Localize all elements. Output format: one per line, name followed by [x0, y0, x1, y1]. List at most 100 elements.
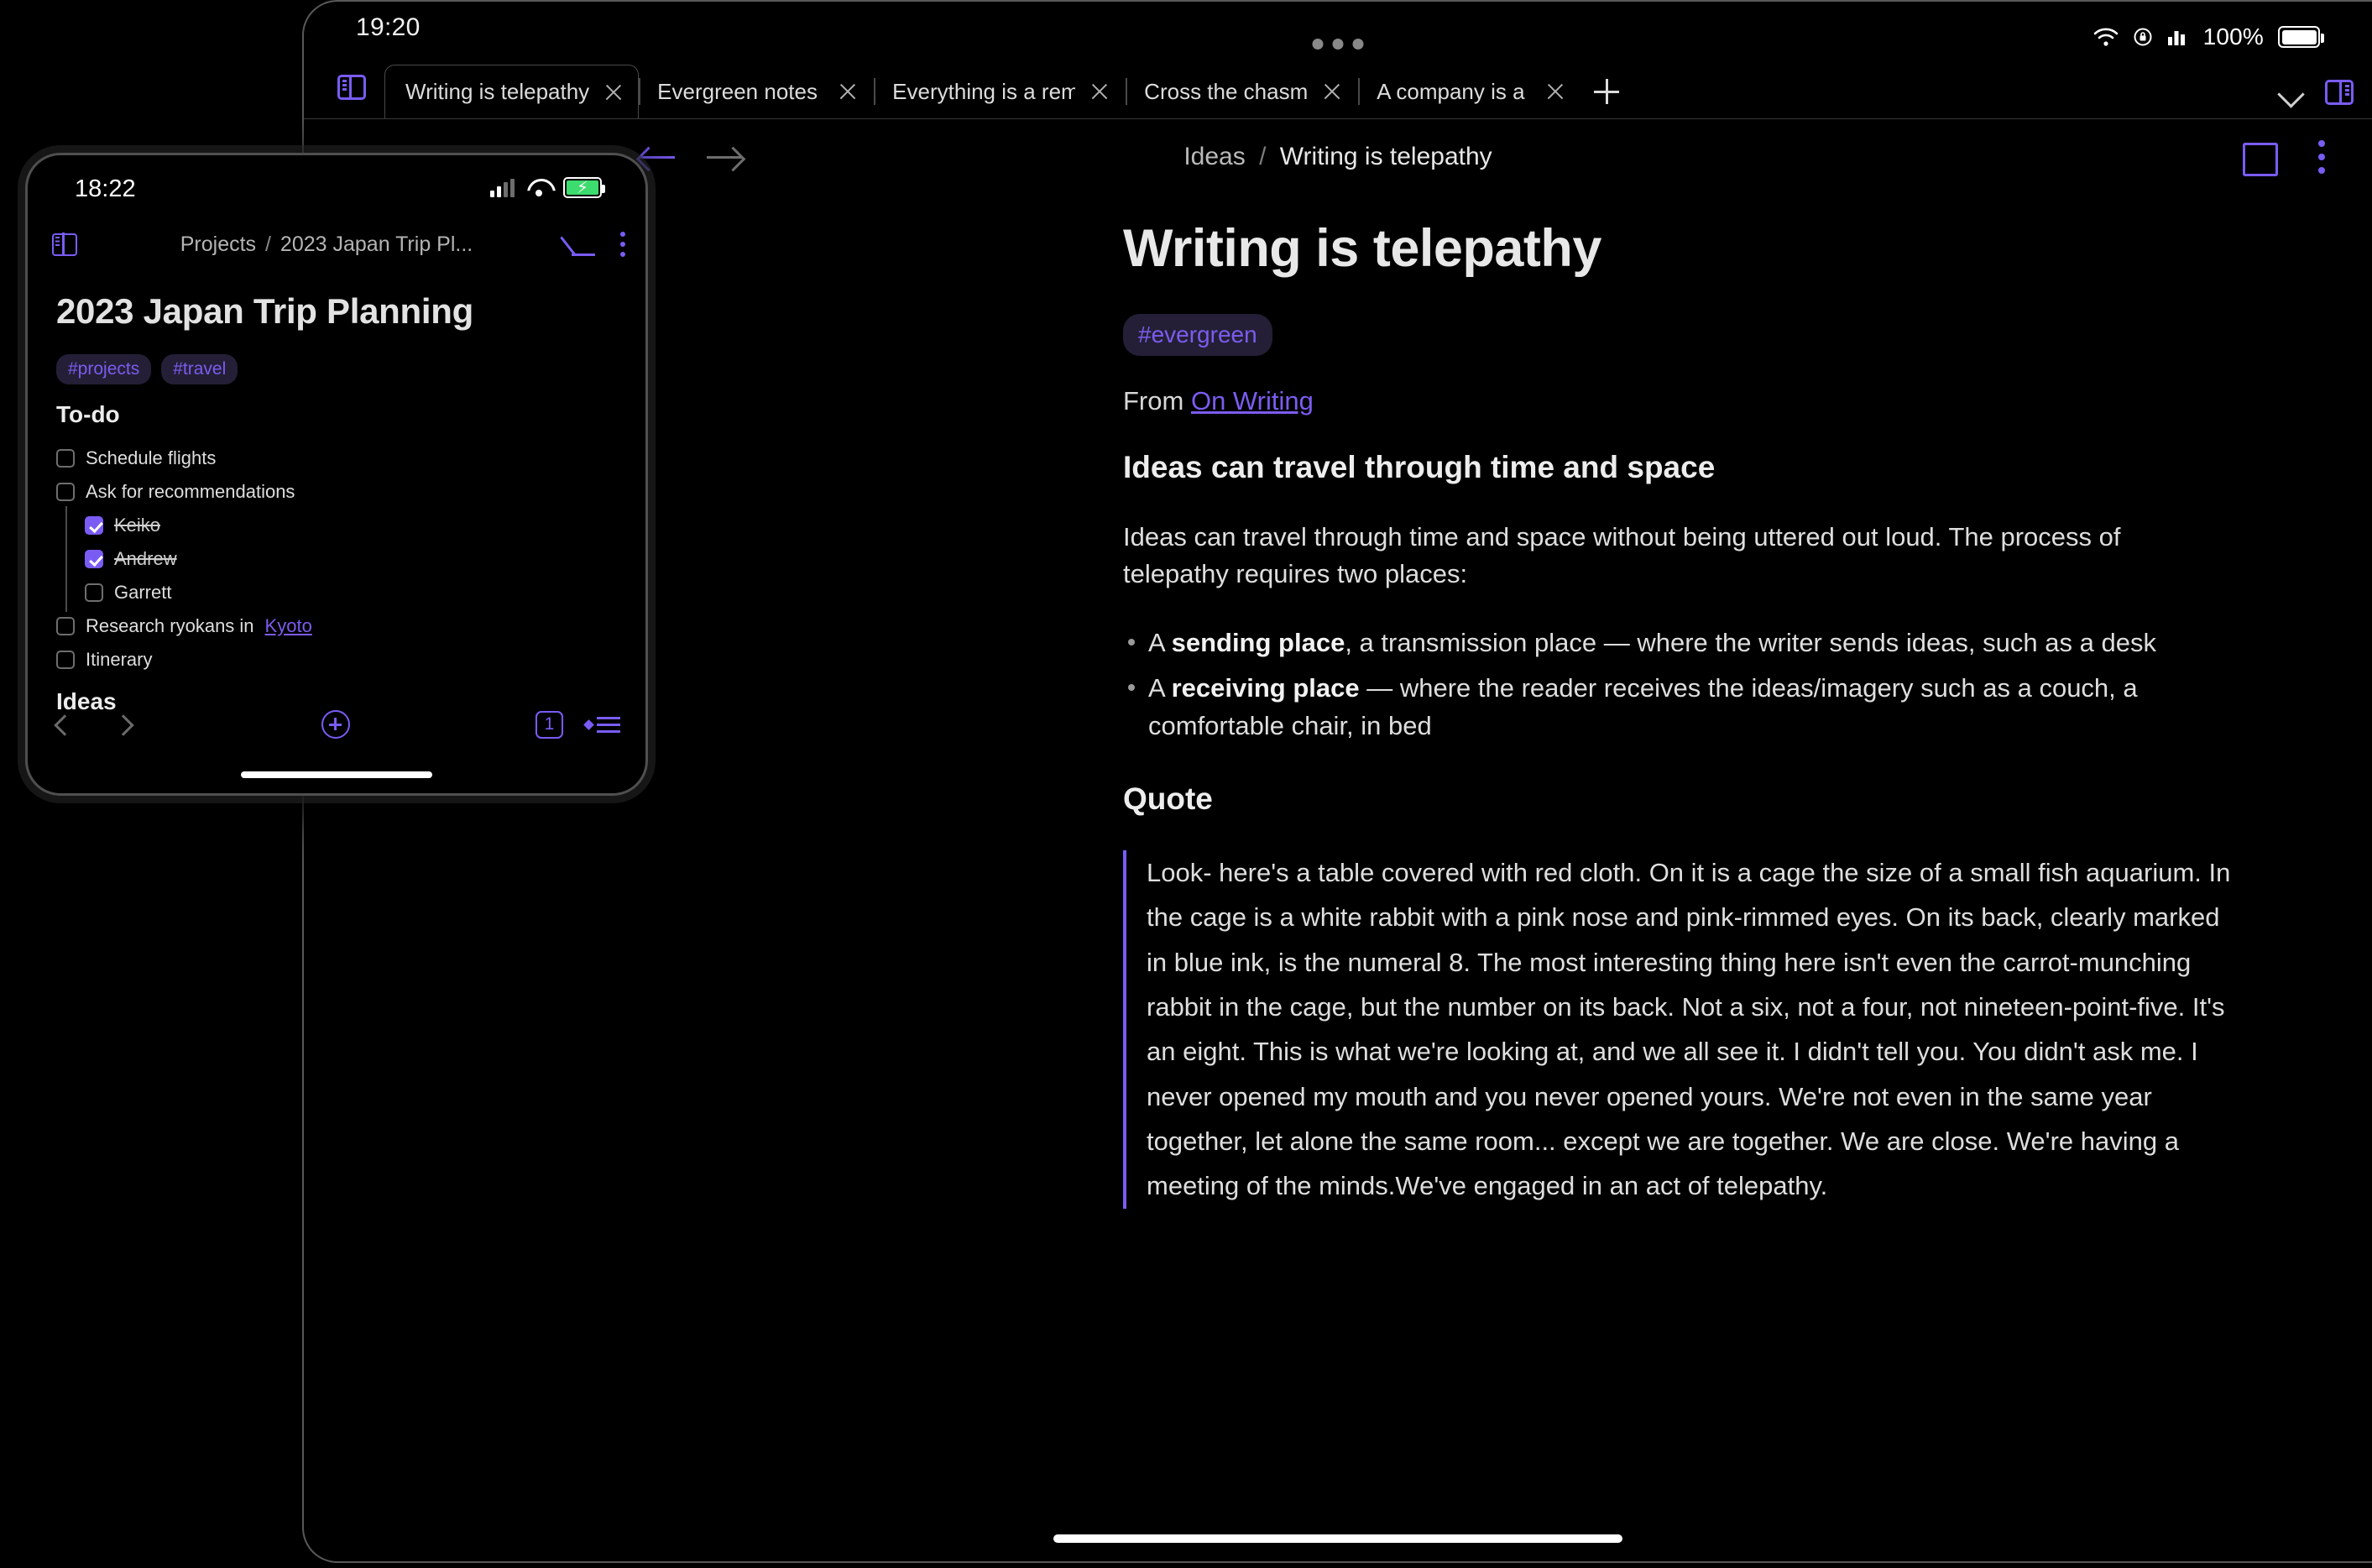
checkbox[interactable] — [85, 549, 103, 568]
todo-item[interactable]: Garrett — [56, 572, 617, 612]
checkbox[interactable] — [56, 650, 75, 669]
tablet-home-indicator[interactable] — [1053, 1534, 1622, 1543]
signal-bars-icon — [490, 178, 515, 197]
list-item: A sending place, a transmission place — … — [1123, 625, 2214, 661]
phone-status-bar: 18:22 ⚡ — [28, 155, 645, 216]
phone-bottom-toolbar: 1 — [28, 701, 645, 748]
tablet-clock: 19:20 — [356, 13, 421, 41]
nav-row-actions — [2243, 140, 2328, 176]
close-icon[interactable] — [1087, 79, 1112, 104]
tab-count-button[interactable]: 1 — [536, 710, 563, 739]
tab-cross-the-chasm[interactable]: Cross the chasm — [1126, 65, 1358, 118]
quote-text: Look- here's a table covered with red cl… — [1147, 858, 2231, 1201]
chevron-right-icon[interactable] — [113, 712, 135, 737]
charging-bolt-glyph: ⚡ — [576, 178, 589, 197]
checkbox[interactable] — [85, 583, 103, 602]
tab-writing-is-telepathy[interactable]: Writing is telepathy — [384, 65, 640, 118]
todo-list: Schedule flights Ask for recommendations… — [56, 442, 617, 677]
phone-section-heading-todo: To-do — [56, 400, 120, 427]
tablet-battery-percent: 100% — [2202, 24, 2264, 50]
phone-header-actions — [570, 231, 627, 258]
battery-charging-icon: ⚡ — [563, 177, 605, 198]
rotation-lock-icon — [2134, 28, 2152, 46]
tab-a-company-is-a-superorganism[interactable]: A company is a superorg — [1358, 65, 1581, 118]
tab-bar: Writing is telepathy Evergreen notes tur… — [304, 54, 2372, 119]
todo-label: Ask for recommendations — [86, 480, 295, 502]
breadcrumb-current: 2023 Japan Trip Pl... — [280, 232, 473, 256]
todo-item[interactable]: Schedule flights — [56, 442, 617, 475]
breadcrumb-parent[interactable]: Projects — [180, 233, 256, 256]
kyoto-link[interactable]: Kyoto — [265, 615, 312, 637]
page-title: Writing is telepathy — [1123, 219, 1601, 278]
tag-projects[interactable]: #projects — [56, 353, 152, 384]
tab-label: Everything is a remix — [892, 78, 1076, 104]
todo-label: Research ryokans in — [86, 614, 254, 636]
close-icon[interactable] — [601, 80, 626, 105]
sidebar-right-toggle-icon[interactable] — [2325, 80, 2354, 105]
signal-bars-icon — [2167, 31, 2185, 45]
close-icon[interactable] — [835, 79, 860, 104]
tab-label: Cross the chasm — [1144, 78, 1309, 104]
todo-label: Keiko — [114, 514, 161, 536]
chevron-left-icon[interactable] — [53, 712, 75, 737]
todo-item[interactable]: Ask for recommendations — [56, 475, 617, 509]
checkbox[interactable] — [56, 448, 75, 468]
new-tab-button[interactable] — [1585, 65, 1628, 118]
bullet-bold: receiving place — [1171, 673, 1360, 703]
bullet-lead: A — [1148, 673, 1172, 703]
blockquote: Look- here's a table covered with red cl… — [1123, 850, 2239, 1209]
phone-home-indicator[interactable] — [241, 771, 432, 778]
todo-item[interactable]: Research ryokans in Kyoto — [56, 609, 617, 643]
phone-clock: 18:22 — [75, 175, 136, 202]
bullet-bold: sending place — [1171, 628, 1345, 658]
sidebar-left-toggle-icon[interactable] — [46, 227, 83, 261]
bullet-rest: , a transmission place — where the write… — [1345, 628, 2156, 658]
phone-header: Projects / 2023 Japan Trip Pl... — [28, 216, 645, 273]
todo-item[interactable]: Itinerary — [56, 643, 617, 677]
todo-label: Itinerary — [86, 648, 153, 670]
source-link[interactable]: On Writing — [1191, 386, 1314, 416]
breadcrumb-separator: / — [1259, 143, 1267, 170]
section-heading-ideas-travel: Ideas can travel through time and space — [1123, 450, 1716, 484]
tag-travel[interactable]: #travel — [161, 353, 238, 384]
chevron-down-icon[interactable] — [2278, 80, 2303, 105]
todo-label: Andrew — [114, 547, 177, 569]
tag-evergreen[interactable]: #evergreen — [1123, 314, 1272, 356]
plus-circle-icon[interactable] — [321, 710, 350, 739]
outline-list-icon[interactable] — [583, 716, 620, 733]
kebab-menu-icon[interactable] — [2318, 140, 2328, 174]
bullet-list: A sending place, a transmission place — … — [1123, 625, 2214, 745]
sidebar-left-toggle-icon[interactable] — [332, 68, 371, 107]
tablet-status-icons: 100% — [2093, 24, 2324, 50]
wifi-icon — [527, 179, 551, 196]
tab-everything-is-a-remix[interactable]: Everything is a remix — [874, 65, 1126, 118]
tab-label: Evergreen notes turn ide — [657, 78, 823, 104]
pencil-icon[interactable] — [570, 231, 598, 258]
wifi-icon — [2093, 28, 2118, 46]
close-icon[interactable] — [1543, 79, 1568, 104]
phone-breadcrumb: Projects / 2023 Japan Trip Pl... — [83, 233, 570, 257]
todo-item[interactable]: Andrew — [56, 539, 617, 578]
todo-item[interactable]: Keiko — [56, 505, 617, 545]
window-drag-dots-icon[interactable] — [1312, 39, 1364, 50]
tag-list: #evergreen — [1123, 314, 2246, 356]
checkbox[interactable] — [56, 482, 75, 501]
tab-evergreen-notes[interactable]: Evergreen notes turn ide — [639, 65, 874, 118]
kebab-menu-icon[interactable] — [620, 232, 627, 257]
open-book-icon[interactable] — [2243, 143, 2278, 176]
todo-label: Garrett — [114, 581, 172, 603]
bullet-lead: A — [1148, 628, 1172, 658]
todo-label: Schedule flights — [86, 447, 217, 468]
section-heading-quote: Quote — [1123, 781, 1213, 817]
close-icon[interactable] — [1319, 79, 1345, 104]
checkbox[interactable] — [56, 616, 75, 635]
source-line: From On Writing — [1123, 386, 2246, 416]
phone-page-title: 2023 Japan Trip Planning — [56, 291, 473, 331]
phone-tag-list: #projects #travel — [56, 353, 617, 384]
breadcrumb-parent[interactable]: Ideas — [1183, 143, 1245, 170]
phone-device: 18:22 ⚡ Projects / 2023 Japan Trip Pl...… — [25, 153, 648, 796]
tab-label: A company is a superorg — [1377, 78, 1531, 104]
battery-full-icon — [2278, 26, 2324, 48]
tab-label: Writing is telepathy — [405, 79, 590, 104]
checkbox[interactable] — [85, 515, 103, 535]
